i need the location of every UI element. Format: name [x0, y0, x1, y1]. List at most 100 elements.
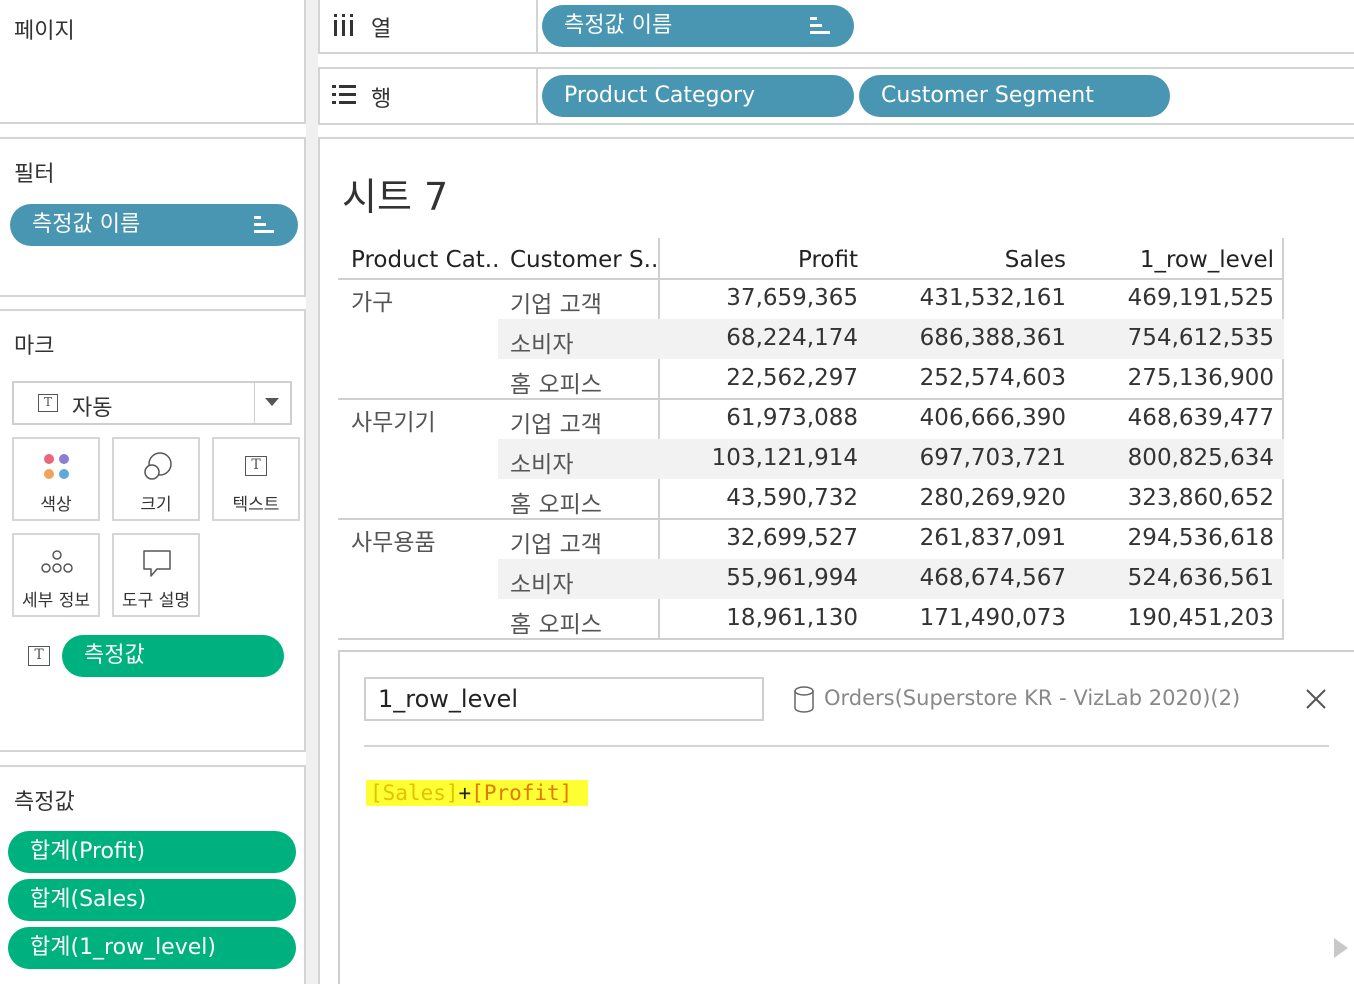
- header-row-level[interactable]: 1_row_level: [1076, 247, 1274, 273]
- segment-label: 홈 오피스: [510, 492, 602, 518]
- profit-cell: 61,973,088: [726, 405, 858, 431]
- sales-cell: 252,574,603: [919, 365, 1066, 391]
- row-level-cell: 294,536,618: [1127, 525, 1274, 551]
- shelf-divider: [536, 0, 538, 54]
- marks-title: 마크: [14, 334, 55, 359]
- formula-operator: +: [458, 781, 472, 805]
- columns-label: 열: [371, 17, 392, 42]
- size-button[interactable]: 크기: [112, 437, 200, 521]
- filter-pill-measure-names[interactable]: 측정값 이름: [10, 204, 298, 246]
- sales-cell: 261,837,091: [919, 525, 1066, 551]
- sort-icon: [810, 17, 830, 35]
- sheet-title: 시트 7: [342, 175, 449, 219]
- chevron-down-icon: [265, 398, 279, 406]
- category-label: 사무기기: [351, 410, 436, 436]
- row-level-cell: 468,639,477: [1127, 405, 1274, 431]
- segment-label: 소비자: [510, 332, 574, 358]
- rows-icon: [332, 85, 356, 104]
- formula-editor[interactable]: [Sales]+[Profit]: [366, 780, 589, 806]
- database-icon: [794, 686, 814, 713]
- close-icon[interactable]: [1305, 688, 1327, 710]
- formula-field-sales: [Sales]: [370, 781, 459, 805]
- measure-values-title: 측정값: [14, 790, 75, 815]
- measure-pill-profit[interactable]: 합계(Profit): [8, 831, 296, 873]
- segment-label: 홈 오피스: [510, 612, 602, 638]
- profit-cell: 68,224,174: [726, 325, 858, 351]
- mark-type-dropdown[interactable]: T 자동: [12, 381, 292, 425]
- category-label: 사무용품: [351, 530, 436, 556]
- row-level-cell: 469,191,525: [1127, 285, 1274, 311]
- group-rule: [338, 638, 1284, 640]
- row-level-cell: 190,451,203: [1127, 605, 1274, 631]
- datasource-label: Orders(Superstore KR - VizLab 2020)(2): [824, 686, 1241, 710]
- measure-pill-sales[interactable]: 합계(Sales): [8, 879, 296, 921]
- group-rule: [338, 518, 1284, 520]
- color-label: 색상: [40, 495, 72, 515]
- profit-cell: 32,699,527: [726, 525, 858, 551]
- sales-cell: 697,703,721: [919, 445, 1066, 471]
- row-level-cell: 524,636,561: [1127, 565, 1274, 591]
- chevron-right-icon[interactable]: [1334, 938, 1348, 958]
- text-button[interactable]: T 텍스트: [212, 437, 300, 521]
- row-level-cell: 754,612,535: [1127, 325, 1274, 351]
- text-label: 텍스트: [232, 495, 280, 515]
- header-customer-segment[interactable]: Customer S..: [510, 247, 658, 273]
- formula-field-profit: [Profit]: [471, 781, 573, 805]
- rows-pill-product-category[interactable]: Product Category: [542, 75, 854, 117]
- segment-label: 기업 고객: [510, 292, 602, 318]
- filters-title: 필터: [14, 162, 55, 187]
- dropdown-divider: [254, 383, 255, 423]
- tooltip-label: 도구 설명: [122, 591, 190, 611]
- tooltip-icon: [143, 550, 171, 577]
- calc-name-input[interactable]: 1_row_level: [364, 677, 764, 721]
- sales-cell: 171,490,073: [919, 605, 1066, 631]
- filter-pill-label: 측정값 이름: [32, 212, 141, 237]
- text-mark-icon: T: [38, 394, 58, 412]
- segment-label: 소비자: [510, 572, 574, 598]
- color-dots-icon: [44, 454, 69, 479]
- mark-type-label: 자동: [72, 396, 113, 421]
- tooltip-button[interactable]: 도구 설명: [112, 533, 200, 617]
- profit-cell: 18,961,130: [726, 605, 858, 631]
- color-button[interactable]: 색상: [12, 437, 100, 521]
- detail-label: 세부 정보: [22, 591, 90, 611]
- header-rule: [338, 278, 1284, 280]
- rows-label: 행: [371, 87, 392, 112]
- group-rule: [338, 398, 1284, 400]
- segment-label: 기업 고객: [510, 532, 602, 558]
- columns-pill-measure-names[interactable]: 측정값 이름: [542, 5, 854, 47]
- sales-cell: 686,388,361: [919, 325, 1066, 351]
- shelf-divider: [536, 69, 538, 125]
- pages-title: 페이지: [14, 19, 75, 44]
- segment-label: 소비자: [510, 452, 574, 478]
- profit-cell: 55,961,994: [726, 565, 858, 591]
- columns-icon: [334, 14, 353, 36]
- profit-cell: 22,562,297: [726, 365, 858, 391]
- columns-pill-label: 측정값 이름: [564, 13, 673, 38]
- size-label: 크기: [140, 495, 172, 515]
- profit-cell: 43,590,732: [726, 485, 858, 511]
- header-profit[interactable]: Profit: [660, 247, 858, 273]
- header-product-category[interactable]: Product Cat..: [351, 247, 499, 273]
- sort-icon: [254, 216, 274, 234]
- header-sales[interactable]: Sales: [868, 247, 1066, 273]
- profit-cell: 37,659,365: [726, 285, 858, 311]
- text-icon: T: [245, 456, 267, 476]
- profit-cell: 103,121,914: [711, 445, 858, 471]
- segment-label: 홈 오피스: [510, 372, 602, 398]
- measure-pill-row-level[interactable]: 합계(1_row_level): [8, 927, 296, 969]
- row-level-cell: 800,825,634: [1127, 445, 1274, 471]
- filters-card: 필터 측정값 이름: [0, 137, 306, 297]
- segment-label: 기업 고객: [510, 412, 602, 438]
- sales-cell: 468,674,567: [919, 565, 1066, 591]
- text-encoding-icon: T: [28, 646, 50, 666]
- rows-pill-customer-segment[interactable]: Customer Segment: [859, 75, 1170, 117]
- detail-button[interactable]: 세부 정보: [12, 533, 100, 617]
- sales-cell: 280,269,920: [919, 485, 1066, 511]
- row-level-cell: 323,860,652: [1127, 485, 1274, 511]
- sales-cell: 431,532,161: [919, 285, 1066, 311]
- editor-divider: [364, 745, 1329, 747]
- marks-card: 마크: [0, 309, 306, 752]
- marks-text-pill-measure-values[interactable]: 측정값: [62, 635, 284, 677]
- pages-card: 페이지: [0, 0, 306, 124]
